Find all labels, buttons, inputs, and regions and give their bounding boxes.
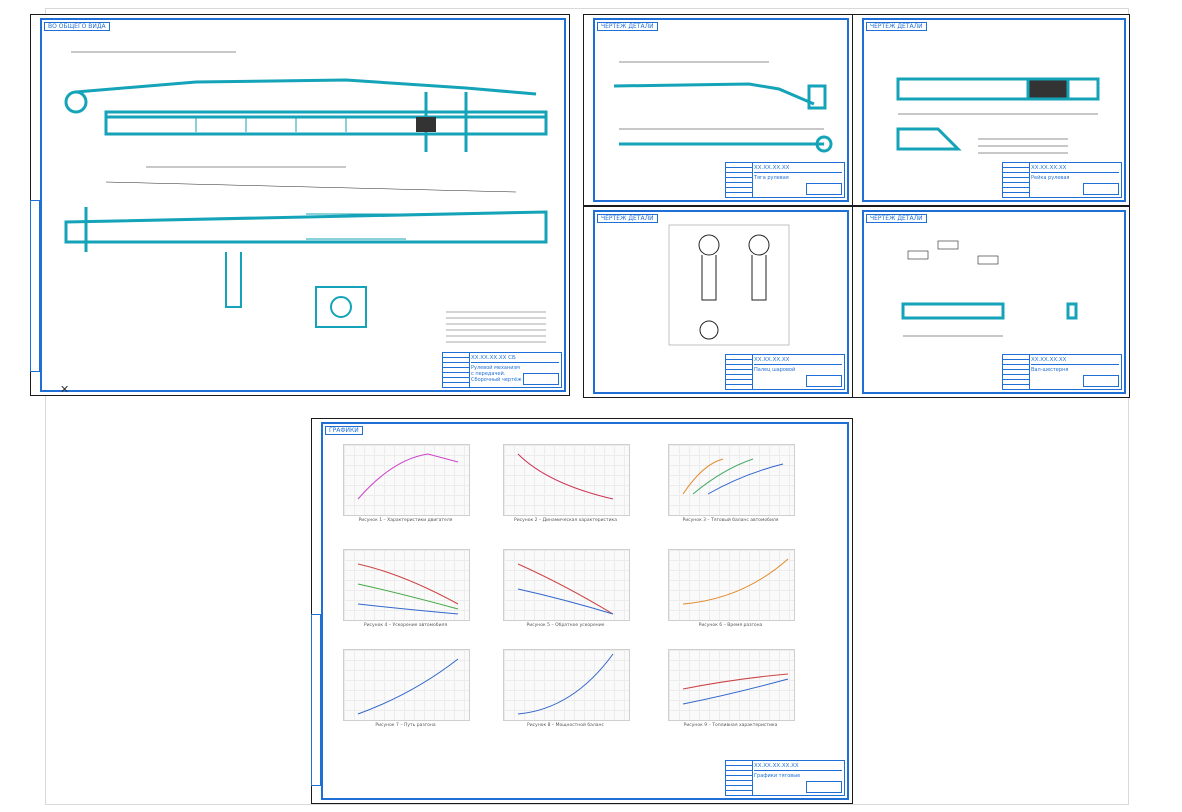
chart-3: [668, 444, 795, 516]
cursor-crosshair-icon: ✕: [60, 383, 70, 396]
chart-9: [668, 649, 795, 721]
sheet-tag: ГРАФИКИ: [325, 426, 363, 435]
title-code: ХХ.ХХ.ХХ.ХХ СБ: [471, 355, 559, 363]
title-code: ХХ.ХХ.ХХ.ХХ: [754, 165, 842, 173]
title-block: ХХ.ХХ.ХХ.ХХ СБ Рулевой механизм с переда…: [442, 352, 562, 388]
title-block: ХХ.ХХ.ХХ.ХХ Вал-шестерня: [1002, 354, 1122, 390]
chart-4-caption: Рисунок 4 – Ускорение автомобиля: [363, 623, 448, 628]
title-name: Тяга рулевая: [754, 175, 789, 181]
chart-2: [503, 444, 630, 516]
sheet-tie-rod[interactable]: ЧЕРТЕЖ ДЕТАЛИ ХХ.ХХ.ХХ.ХХ Тяга рулевая: [583, 14, 853, 206]
title-block: ХХ.ХХ.ХХ.ХХ.ХХ Графики тяговые: [725, 760, 845, 796]
chart-6-caption: Рисунок 6 – Время разгона: [698, 623, 763, 628]
title-code: ХХ.ХХ.ХХ.ХХ: [1031, 165, 1119, 173]
chart-5-caption: Рисунок 5 – Обратное ускорение: [526, 623, 605, 628]
title-name: Рулевой механизм с передачей. Сборочный …: [471, 365, 522, 383]
title-name: Рейка рулевая: [1031, 175, 1070, 181]
title-block: ХХ.ХХ.ХХ.ХХ Рейка рулевая: [1002, 162, 1122, 198]
chart-4: [343, 549, 470, 621]
chart-5: [503, 549, 630, 621]
sheet-shaft[interactable]: ЧЕРТЕЖ ДЕТАЛИ ХХ.ХХ.ХХ.ХХ Вал-шестерня: [852, 206, 1130, 398]
rack-drawing: [896, 77, 1100, 154]
ball-pin-drawing: [668, 224, 790, 346]
sheet-rack[interactable]: ЧЕРТЕЖ ДЕТАЛИ ХХ.ХХ.ХХ.ХХ Рейка рулевая: [852, 14, 1130, 206]
chart-8: [503, 649, 630, 721]
chart-1-caption: Рисунок 1 – Характеристики двигателя: [358, 518, 453, 523]
sheet-tag: ЧЕРТЕЖ ДЕТАЛИ: [866, 214, 927, 223]
chart-2-caption: Рисунок 2 – Динамическая характеристика: [514, 518, 617, 523]
chart-7-caption: Рисунок 7 – Путь разгона: [375, 723, 436, 728]
chart-3-caption: Рисунок 3 – Тяговый баланс автомобиля: [682, 518, 779, 523]
tie-rod-drawing: [613, 61, 833, 153]
sheet-graphs[interactable]: ГРАФИКИ Рисунок 1 – Характеристики двига…: [311, 418, 853, 804]
chart-9-caption: Рисунок 9 – Топливная характеристика: [683, 723, 778, 728]
title-code: ХХ.ХХ.ХХ.ХХ: [1031, 357, 1119, 365]
chart-8-caption: Рисунок 8 – Мощностной баланс: [527, 723, 604, 728]
sheet-tag: ЧЕРТЕЖ ДЕТАЛИ: [866, 22, 927, 31]
title-block: ХХ.ХХ.ХХ.ХХ Палец шаровой: [725, 354, 845, 390]
sheet-ball-pin[interactable]: ЧЕРТЕЖ ДЕТАЛИ ХХ.ХХ.ХХ.ХХ Палец шаровой: [583, 206, 853, 398]
title-block: ХХ.ХХ.ХХ.ХХ Тяга рулевая: [725, 162, 845, 198]
title-name: Графики тяговые: [754, 773, 801, 779]
chart-6: [668, 549, 795, 621]
sheet-tag: ВО ОБЩЕГО ВИДА: [44, 22, 110, 31]
sheet-assembly[interactable]: ВО ОБЩЕГО ВИДА ХХ.ХХ.ХХ.ХХ СБ Рулевой ме…: [30, 14, 570, 396]
chart-7: [343, 649, 470, 721]
title-code: ХХ.ХХ.ХХ.ХХ.ХХ: [754, 763, 842, 771]
sheet-tag: ЧЕРТЕЖ ДЕТАЛИ: [597, 22, 658, 31]
title-name: Палец шаровой: [754, 367, 796, 373]
title-name: Вал-шестерня: [1031, 367, 1069, 373]
chart-1: [343, 444, 470, 516]
shaft-drawing: [901, 240, 1078, 337]
assembly-drawing: [64, 51, 548, 343]
title-code: ХХ.ХХ.ХХ.ХХ: [754, 357, 842, 365]
